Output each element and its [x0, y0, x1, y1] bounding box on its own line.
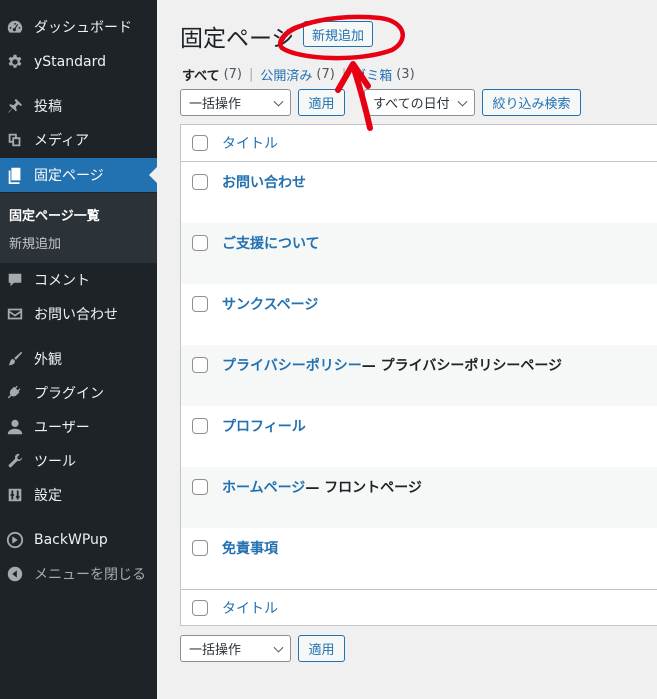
menu-pages[interactable]: 固定ページ	[0, 158, 157, 192]
menu-label: ユーザー	[34, 420, 90, 436]
bulk-action-select-bottom[interactable]: 一括操作	[180, 635, 291, 662]
menu-users[interactable]: ユーザー	[0, 410, 157, 444]
view-published[interactable]: 公開済み	[260, 65, 312, 84]
pages-icon	[5, 165, 25, 185]
apply-button-bottom[interactable]: 適用	[298, 635, 345, 662]
menu-label: ツール	[34, 454, 76, 470]
menu-label: メディア	[34, 133, 90, 149]
table-row: ご支援について	[181, 223, 657, 284]
table-row: ホームページ — フロントページ	[181, 467, 657, 528]
row-checkbox[interactable]	[192, 235, 208, 251]
column-title-header[interactable]: タイトル	[222, 133, 278, 153]
menu-dashboard[interactable]: ダッシュボード	[0, 10, 157, 44]
menu-posts[interactable]: 投稿	[0, 89, 157, 123]
view-all-count: (7)	[223, 67, 242, 82]
collapse-icon	[5, 564, 25, 584]
date-filter-value: すべての日付	[373, 97, 450, 112]
brush-icon	[5, 349, 25, 369]
menu-label: メニューを閉じる	[34, 567, 146, 583]
row-checkbox[interactable]	[192, 296, 208, 312]
table-footer: タイトル	[181, 589, 657, 626]
menu-label: 固定ページ	[34, 168, 104, 184]
submenu-all-pages[interactable]: 固定ページ一覧	[9, 205, 100, 224]
menu-collapse[interactable]: メニューを閉じる	[0, 557, 157, 591]
submenu-add-new[interactable]: 新規追加	[9, 233, 61, 252]
select-all-checkbox-footer[interactable]	[192, 600, 208, 616]
row-checkbox[interactable]	[192, 479, 208, 495]
row-checkbox[interactable]	[192, 540, 208, 556]
menu-label: コメント	[34, 273, 90, 289]
row-title-link[interactable]: お問い合わせ	[222, 172, 306, 192]
row-checkbox[interactable]	[192, 418, 208, 434]
bulk-action-value: 一括操作	[189, 643, 242, 658]
plugin-icon	[5, 383, 25, 403]
pages-submenu: 固定ページ一覧 新規追加	[0, 193, 157, 263]
row-post-state: — プライバシーポリシーページ	[361, 358, 563, 374]
row-title-link[interactable]: プロフィール	[222, 416, 306, 436]
chevron-down-icon	[273, 642, 284, 653]
menu-label: BackWPup	[34, 532, 108, 548]
table-row: サンクスページ	[181, 284, 657, 345]
view-trash[interactable]: ゴミ箱	[353, 65, 392, 84]
filter-button[interactable]: 絞り込み検索	[482, 89, 581, 116]
chevron-down-icon	[457, 96, 468, 107]
view-trash-count: (3)	[396, 67, 415, 82]
row-title-link[interactable]: ご支援について	[222, 233, 320, 253]
row-title-link[interactable]: 免責事項	[222, 538, 278, 558]
row-title-link[interactable]: ホームページ	[222, 477, 305, 497]
menu-appearance[interactable]: 外観	[0, 342, 157, 376]
dashboard-icon	[5, 17, 25, 37]
apply-button[interactable]: 適用	[298, 89, 345, 116]
table-header: タイトル	[181, 125, 657, 162]
view-all[interactable]: すべて	[182, 65, 220, 84]
table-row: プロフィール	[181, 406, 657, 467]
row-checkbox[interactable]	[192, 357, 208, 373]
menu-label: ダッシュボード	[34, 20, 132, 36]
select-all-checkbox[interactable]	[192, 135, 208, 151]
menu-plugins[interactable]: プラグイン	[0, 376, 157, 410]
subsubsub-views: すべて (7) | 公開済み (7) | ゴミ箱 (3)	[182, 65, 415, 84]
table-row: 免責事項	[181, 528, 657, 589]
gear-icon	[5, 52, 25, 72]
row-post-state: — フロントページ	[305, 480, 422, 496]
menu-label: 設定	[34, 488, 62, 504]
menu-settings[interactable]: 設定	[0, 478, 157, 512]
chevron-down-icon	[273, 96, 284, 107]
mail-icon	[5, 304, 25, 324]
wrench-icon	[5, 451, 25, 471]
view-published-count: (7)	[316, 67, 335, 82]
table-row: プライバシーポリシー — プライバシーポリシーページ	[181, 345, 657, 406]
menu-comments[interactable]: コメント	[0, 263, 157, 297]
table-row: お問い合わせ	[181, 162, 657, 223]
comment-icon	[5, 270, 25, 290]
admin-sidebar: ダッシュボード yStandard 投稿 メディア 固定ページ 固定ページ一覧 …	[0, 0, 157, 699]
column-title-footer[interactable]: タイトル	[222, 598, 278, 618]
separator: |	[341, 67, 347, 82]
page-title: 固定ページ	[180, 26, 295, 52]
row-checkbox[interactable]	[192, 174, 208, 190]
menu-backwpup[interactable]: BackWPup	[0, 523, 157, 557]
menu-label: 外観	[34, 352, 62, 368]
menu-label: プラグイン	[34, 386, 104, 402]
bulk-action-value: 一括操作	[189, 97, 242, 112]
menu-label: 投稿	[34, 99, 62, 115]
menu-ystandard[interactable]: yStandard	[0, 45, 157, 79]
separator: |	[249, 67, 254, 82]
menu-label: yStandard	[34, 54, 106, 70]
menu-tools[interactable]: ツール	[0, 444, 157, 478]
row-title-link[interactable]: プライバシーポリシー	[222, 355, 362, 375]
add-new-button[interactable]: 新規追加	[303, 21, 373, 47]
settings-icon	[5, 485, 25, 505]
pin-icon	[5, 96, 25, 116]
menu-contact[interactable]: お問い合わせ	[0, 297, 157, 331]
backwpup-icon	[5, 530, 25, 550]
media-icon	[5, 130, 25, 150]
bulk-action-select[interactable]: 一括操作	[180, 89, 291, 116]
pages-table: タイトル お問い合わせ ご支援について サンクスページ プライバシーポリシー —…	[180, 124, 657, 626]
user-icon	[5, 417, 25, 437]
menu-media[interactable]: メディア	[0, 123, 157, 157]
row-title-link[interactable]: サンクスページ	[222, 294, 318, 314]
date-filter-select[interactable]: すべての日付	[364, 89, 475, 116]
menu-label: お問い合わせ	[34, 307, 118, 323]
